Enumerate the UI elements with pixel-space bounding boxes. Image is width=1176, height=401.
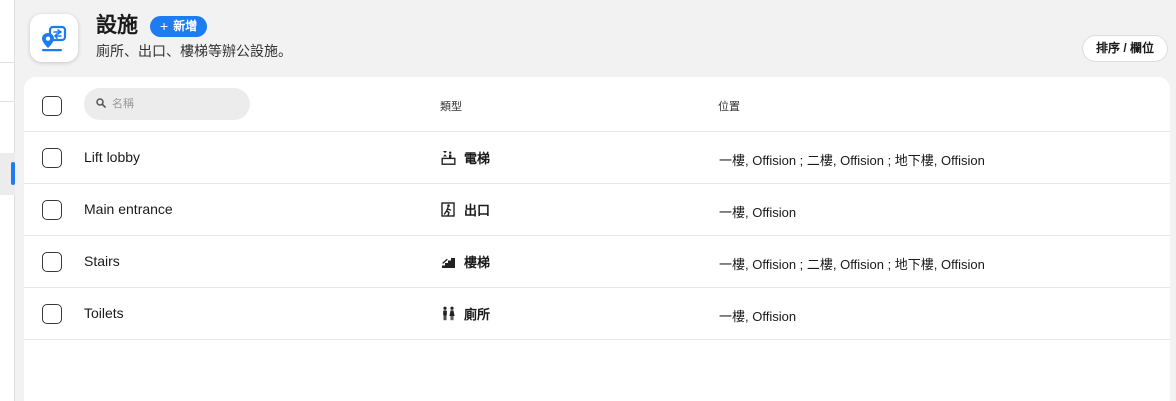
table-header-row: 類型 位置 (24, 79, 1170, 132)
facility-name: Toilets (84, 305, 124, 321)
row-checkbox[interactable] (42, 200, 62, 220)
sidebar (0, 0, 15, 401)
search-field[interactable] (84, 88, 250, 120)
row-checkbox[interactable] (42, 148, 62, 168)
facility-type: 廁所 (441, 304, 490, 323)
search-icon (96, 95, 106, 113)
search-input[interactable] (112, 98, 232, 110)
table-row[interactable]: Stairs 樓梯 一樓, Offision ; 二樓, Offision ; … (24, 236, 1170, 288)
stairs-icon (442, 258, 455, 268)
facility-name: Lift lobby (84, 149, 141, 165)
add-button[interactable]: + 新增 (150, 16, 208, 37)
facility-type-label: 樓梯 (464, 255, 491, 270)
facility-name: Main entrance (84, 201, 173, 217)
facility-type-label: 電梯 (464, 151, 491, 166)
elevator-icon (441, 151, 456, 165)
select-all-checkbox[interactable] (42, 96, 62, 116)
plus-icon: + (160, 18, 169, 34)
exit-icon (441, 202, 455, 217)
facility-name: Stairs (84, 253, 120, 269)
column-header-type[interactable]: 類型 (440, 98, 462, 114)
page-subtitle: 廁所、出口、樓梯等辦公設施。 (96, 43, 292, 59)
table-row[interactable]: Toilets 廁所 一樓, Offision (24, 288, 1170, 340)
facility-location-icon (30, 14, 78, 62)
page-title: 設施 (96, 14, 138, 37)
sidebar-divider (0, 62, 15, 63)
row-checkbox[interactable] (42, 252, 62, 272)
table-row[interactable]: Main entrance 出口 一樓, Offision (24, 184, 1170, 236)
row-checkbox[interactable] (42, 304, 62, 324)
facility-type: 電梯 (441, 148, 490, 167)
facility-location: 一樓, Offision (719, 205, 797, 220)
add-button-label: 新增 (173, 19, 198, 33)
toilet-icon (443, 306, 455, 321)
table-row[interactable]: Lift lobby 電梯 一樓, Offision ; 二樓, Offisio… (24, 132, 1170, 184)
sidebar-active-indicator (11, 162, 15, 185)
facility-location: 一樓, Offision ; 二樓, Offision ; 地下樓, Offis… (719, 257, 985, 272)
facility-location: 一樓, Offision ; 二樓, Offision ; 地下樓, Offis… (719, 153, 985, 168)
facility-location: 一樓, Offision (719, 309, 797, 324)
column-header-location[interactable]: 位置 (718, 98, 740, 114)
facilities-table: 類型 位置 Lift lobby 電梯 一樓, Offision ; 二樓, O… (24, 77, 1170, 401)
facility-type-label: 出口 (464, 203, 491, 218)
facility-type: 出口 (441, 200, 490, 219)
sort-columns-button[interactable]: 排序 / 欄位 (1081, 35, 1168, 62)
facility-type: 樓梯 (441, 252, 490, 271)
facility-type-label: 廁所 (464, 307, 491, 322)
sidebar-divider (0, 101, 15, 102)
